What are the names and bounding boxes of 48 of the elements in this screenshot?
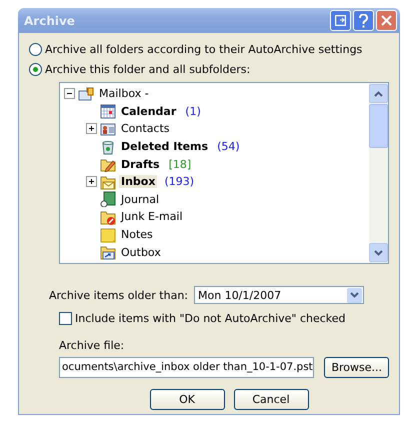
scroll-up-icon[interactable]	[374, 90, 383, 96]
close-icon[interactable]	[376, 10, 397, 31]
scroll-down-icon[interactable]	[374, 250, 383, 256]
date-dropdown[interactable]: Mon 10/1/2007	[194, 286, 364, 304]
field-label: Archive file:	[59, 339, 126, 352]
folder-tree[interactable]: Mailbox - Calendar (1) Contacts Deleted Items (54) Drafts [18] Inbox (193) Journal Junk E-mail Notes Outbox	[59, 82, 389, 264]
note-icon	[100, 226, 116, 243]
contact-card-icon	[100, 120, 116, 137]
dialog-button[interactable]: OK	[150, 389, 224, 410]
restore-icon[interactable]	[330, 10, 351, 31]
folder-name[interactable]: Journal	[119, 192, 162, 206]
radio-button[interactable]	[29, 62, 42, 76]
item-count: (54)	[217, 140, 240, 154]
scroll-thumb[interactable]	[369, 104, 388, 148]
folder-name[interactable]: Inbox	[119, 175, 158, 188]
browse-button[interactable]: Browse...	[324, 357, 389, 378]
radio-button[interactable]	[29, 42, 42, 56]
expand-toggle[interactable]	[86, 176, 97, 188]
checkbox-label: Include items with "Do not AutoArchive" checked	[75, 312, 346, 325]
blocked-folder-icon	[100, 208, 116, 225]
item-count: (1)	[185, 104, 201, 118]
trash-can-icon	[100, 138, 116, 155]
calendar-icon	[100, 103, 116, 120]
help-icon[interactable]	[353, 10, 374, 31]
field-label: Archive items older than:	[49, 288, 188, 302]
window-title: Archive	[24, 14, 76, 28]
folder-name[interactable]: Deleted Items	[119, 140, 210, 154]
folder-name[interactable]: Calendar	[119, 104, 178, 118]
expand-toggle[interactable]	[86, 123, 97, 134]
radio-label: Archive all folders according to their AutoArchive settings	[45, 42, 362, 56]
collapse-toggle[interactable]	[64, 88, 75, 100]
folder-name[interactable]: Contacts	[119, 122, 172, 136]
item-count: (193)	[164, 175, 194, 188]
book-icon	[100, 191, 116, 208]
folder-name[interactable]: Drafts	[119, 158, 162, 171]
mailbox-icon	[78, 86, 94, 102]
file-path-field[interactable]: ocuments\archive_inbox older than_10-1-07.pst	[59, 357, 314, 378]
item-count: [18]	[168, 158, 192, 171]
folder-name[interactable]: Junk E-mail	[119, 210, 185, 224]
outbox-folder-icon	[100, 244, 116, 260]
radio-label: Archive this folder and all subfolders:	[45, 62, 250, 76]
folder-name[interactable]: Notes	[119, 228, 155, 242]
scrollbar[interactable]	[369, 83, 388, 263]
checkbox[interactable]	[59, 312, 72, 325]
folder-name[interactable]: Outbox	[119, 246, 163, 259]
folder-name[interactable]: Mailbox -	[97, 87, 151, 100]
dialog-button[interactable]: Cancel	[234, 389, 308, 410]
envelope-folder-icon	[100, 174, 116, 190]
